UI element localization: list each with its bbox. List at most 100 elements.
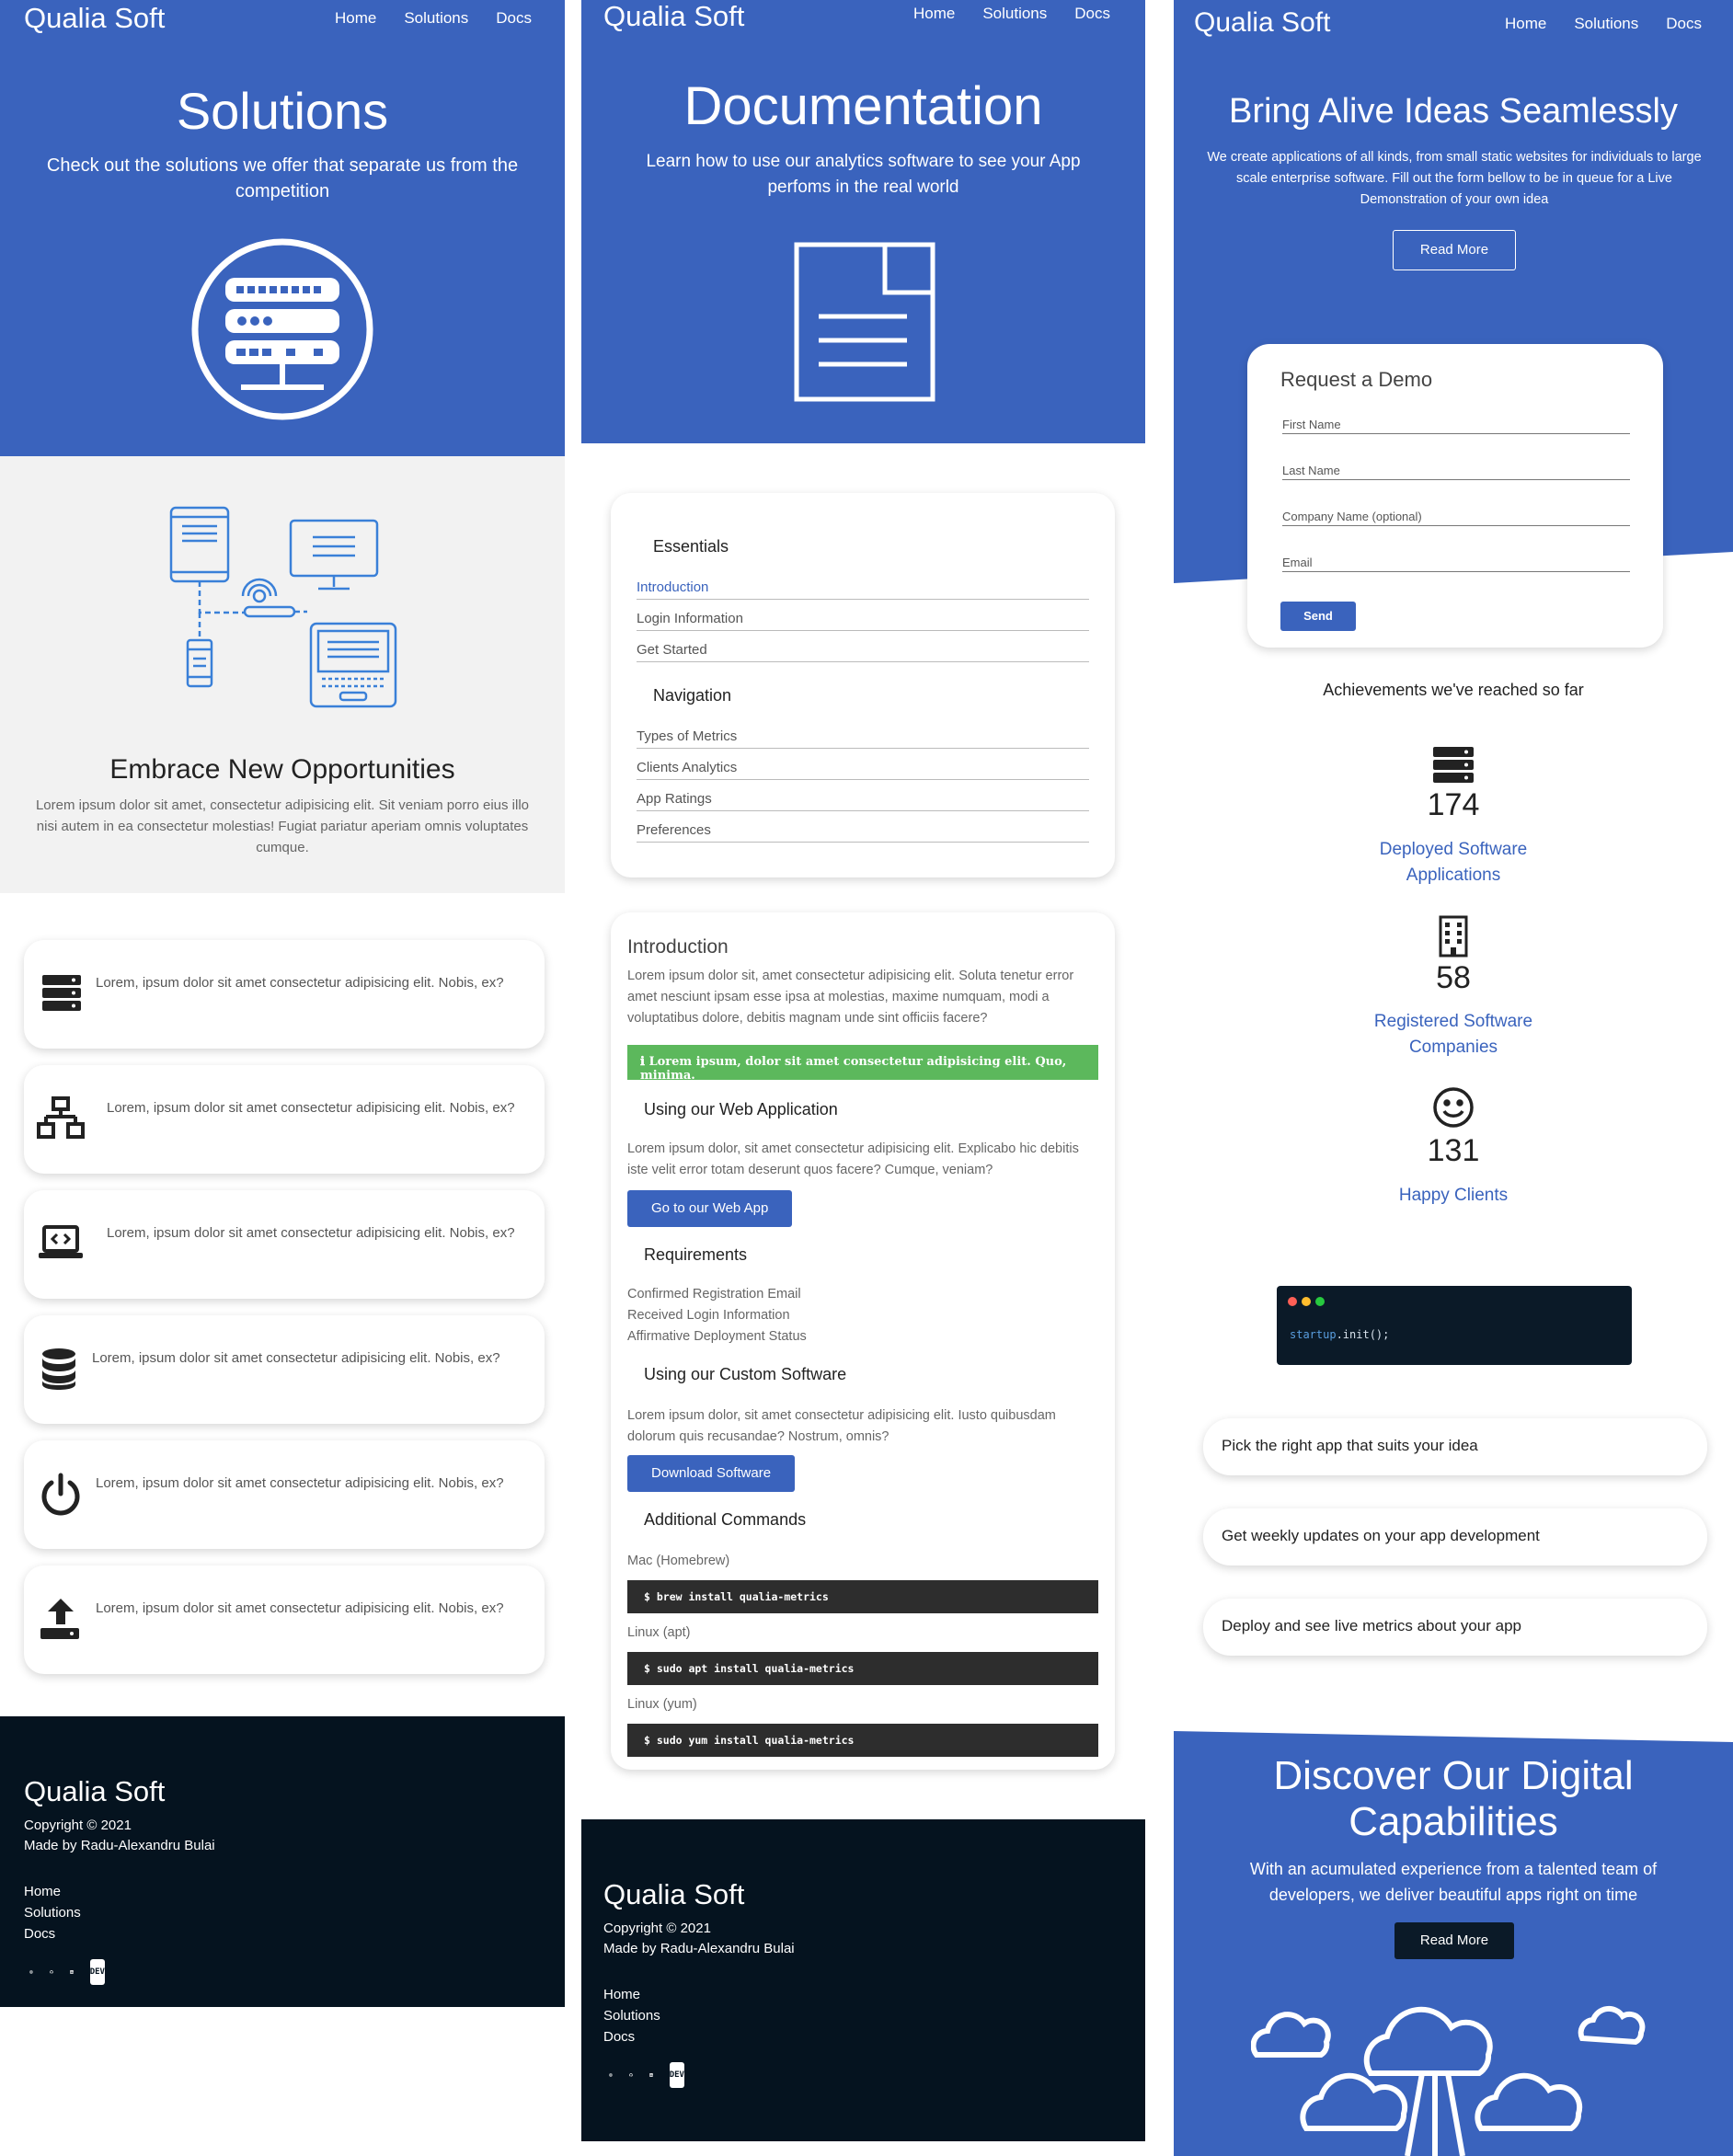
feature-text: Lorem, ipsum dolor sit amet consectetur … <box>107 1100 515 1116</box>
footer-link-docs[interactable]: Docs <box>24 1924 55 1944</box>
brand-logo[interactable]: Qualia Soft <box>1194 7 1330 39</box>
documentation-page: Qualia Soft Home Solutions Docs Document… <box>581 0 1145 2156</box>
hero-subtitle: We create applications of all kinds, fro… <box>1207 150 1702 207</box>
sidebar-item-introduction[interactable]: Introduction <box>637 579 1089 600</box>
section-text: Lorem ipsum dolor sit amet, consectetur … <box>35 797 530 855</box>
code-block[interactable]: $ brew install qualia-metrics <box>627 1580 1098 1613</box>
download-software-button[interactable]: Download Software <box>627 1455 796 1492</box>
linkedin-icon[interactable] <box>69 1959 74 1985</box>
navbar: Qualia Soft Home Solutions Docs <box>0 0 565 42</box>
go-to-web-app-button[interactable]: Go to our Web App <box>627 1190 793 1227</box>
made-by: Made by Radu-Alexandru Bulai <box>24 1838 215 1853</box>
upload-icon <box>40 1599 79 1639</box>
last-name-field[interactable]: Last Name <box>1282 464 1630 480</box>
email-field[interactable]: Email <box>1282 556 1630 572</box>
nav-links: Home Solutions Docs <box>335 9 532 28</box>
linkedin-icon[interactable] <box>648 2062 653 2088</box>
navbar: Qualia Soft Home Solutions Docs <box>1174 0 1733 42</box>
opportunities-section: Embrace New Opportunities Lorem ipsum do… <box>0 456 565 893</box>
documentation-hero: Qualia Soft Home Solutions Docs Document… <box>581 0 1145 443</box>
footer-link-solutions[interactable]: Solutions <box>603 2006 660 2026</box>
docs-sidebar: Essentials Introduction Login Informatio… <box>611 493 1115 877</box>
feature-card: Lorem, ipsum dolor sit amet consectetur … <box>24 1440 545 1549</box>
nav-links: Home Solutions Docs <box>913 5 1110 23</box>
footer-link-home[interactable]: Home <box>24 1882 61 1902</box>
command-label: Linux (apt) <box>627 1625 691 1640</box>
dev-icon[interactable]: DEV <box>89 1959 105 1985</box>
sidebar-item-app-ratings[interactable]: App Ratings <box>637 791 1089 811</box>
stat-value: 58 <box>1436 960 1471 995</box>
hero-subtitle: Learn how to use our analytics software … <box>646 152 1081 197</box>
intro-title: Introduction <box>627 936 729 958</box>
code-block[interactable]: $ sudo apt install qualia-metrics <box>627 1652 1098 1685</box>
nav-home[interactable]: Home <box>335 9 376 28</box>
power-icon <box>41 1473 80 1516</box>
intro-text: Lorem ipsum dolor sit, amet consectetur … <box>627 969 1074 1026</box>
brand-logo[interactable]: Qualia Soft <box>603 0 744 33</box>
footer-link-docs[interactable]: Docs <box>603 2027 635 2047</box>
demo-request-form: Request a Demo First Name Last Name Comp… <box>1247 344 1663 648</box>
document-icon <box>794 242 935 402</box>
stat-value: 131 <box>1427 1133 1480 1168</box>
feature-pill: Get weekly updates on your app developme… <box>1203 1508 1707 1565</box>
made-by: Made by Radu-Alexandru Bulai <box>603 1941 795 1956</box>
sidebar-item-get-started[interactable]: Get Started <box>637 642 1089 662</box>
read-more-button[interactable]: Read More <box>1393 230 1516 270</box>
feature-text: Lorem, ipsum dolor sit amet consectetur … <box>96 1600 504 1616</box>
info-alert: ℹ Lorem ipsum, dolor sit amet consectetu… <box>627 1045 1098 1083</box>
feature-text: Lorem, ipsum dolor sit amet consectetur … <box>96 975 504 991</box>
stat-label: Companies <box>1408 1038 1498 1057</box>
discover-text: With an acumulated experience from a tal… <box>1249 1860 1658 1904</box>
custom-software-heading: Using our Custom Software <box>644 1365 847 1383</box>
feature-pill: Deploy and see live metrics about your a… <box>1203 1599 1707 1656</box>
feature-card: Lorem, ipsum dolor sit amet consectetur … <box>24 940 545 1049</box>
sidebar-item-login-information[interactable]: Login Information <box>637 611 1089 631</box>
nav-solutions[interactable]: Solutions <box>982 5 1047 23</box>
nav-solutions[interactable]: Solutions <box>1574 15 1638 33</box>
globe-icon[interactable] <box>29 1959 33 1985</box>
globe-icon[interactable] <box>609 2062 613 2088</box>
company-name-field[interactable]: Company Name (optional) <box>1282 510 1630 526</box>
command-label: Linux (yum) <box>627 1697 697 1712</box>
first-name-field[interactable]: First Name <box>1282 418 1630 434</box>
nav-links: Home Solutions Docs <box>1505 15 1702 33</box>
nav-home[interactable]: Home <box>913 5 955 23</box>
social-links: DEV <box>29 1959 105 1985</box>
command-label: Mac (Homebrew) <box>627 1554 730 1568</box>
feature-card: Lorem, ipsum dolor sit amet consectetur … <box>24 1315 545 1424</box>
feature-text: Lorem, ipsum dolor sit amet consectetur … <box>92 1350 500 1366</box>
smile-icon <box>1433 1087 1474 1128</box>
github-icon[interactable] <box>50 1959 53 1985</box>
discover-title: Discover Our Digital Capabilities <box>1273 1753 1634 1844</box>
stat-label: Registered Software <box>1373 1012 1533 1031</box>
alert-text: Lorem ipsum, dolor sit amet consectetur … <box>640 1055 1067 1083</box>
sidebar-item-preferences[interactable]: Preferences <box>637 822 1089 843</box>
footer-link-solutions[interactable]: Solutions <box>24 1903 81 1923</box>
server-icon <box>1433 747 1474 783</box>
feature-card: Lorem, ipsum dolor sit amet consectetur … <box>24 1065 545 1174</box>
brand-logo[interactable]: Qualia Soft <box>24 2 165 35</box>
nav-docs[interactable]: Docs <box>1074 5 1110 23</box>
page-title: Solutions <box>176 82 389 140</box>
sidebar-item-types-of-metrics[interactable]: Types of Metrics <box>637 728 1089 749</box>
send-button[interactable]: Send <box>1280 602 1356 631</box>
nav-home[interactable]: Home <box>1505 15 1546 33</box>
feature-text: Lorem, ipsum dolor sit amet consectetur … <box>107 1225 515 1241</box>
footer-brand: Qualia Soft <box>24 1775 166 1807</box>
discover-read-more-button[interactable]: Read More <box>1394 1922 1514 1959</box>
navbar: Qualia Soft Home Solutions Docs <box>581 0 1145 42</box>
navigation-heading: Navigation <box>653 686 732 705</box>
social-links: DEV <box>609 2062 684 2088</box>
nav-docs[interactable]: Docs <box>496 9 532 28</box>
footer-link-home[interactable]: Home <box>603 1985 640 2005</box>
dev-icon[interactable]: DEV <box>669 2062 684 2088</box>
requirement-item: Affirmative Deployment Status <box>627 1329 807 1344</box>
nav-solutions[interactable]: Solutions <box>404 9 468 28</box>
github-icon[interactable] <box>629 2062 633 2088</box>
code-block[interactable]: $ sudo yum install qualia-metrics <box>627 1724 1098 1757</box>
stat-label: Applications <box>1406 866 1501 885</box>
sidebar-item-clients-analytics[interactable]: Clients Analytics <box>637 760 1089 780</box>
nav-docs[interactable]: Docs <box>1666 15 1702 33</box>
commands-heading: Additional Commands <box>644 1510 807 1529</box>
stat-value: 174 <box>1427 787 1480 822</box>
